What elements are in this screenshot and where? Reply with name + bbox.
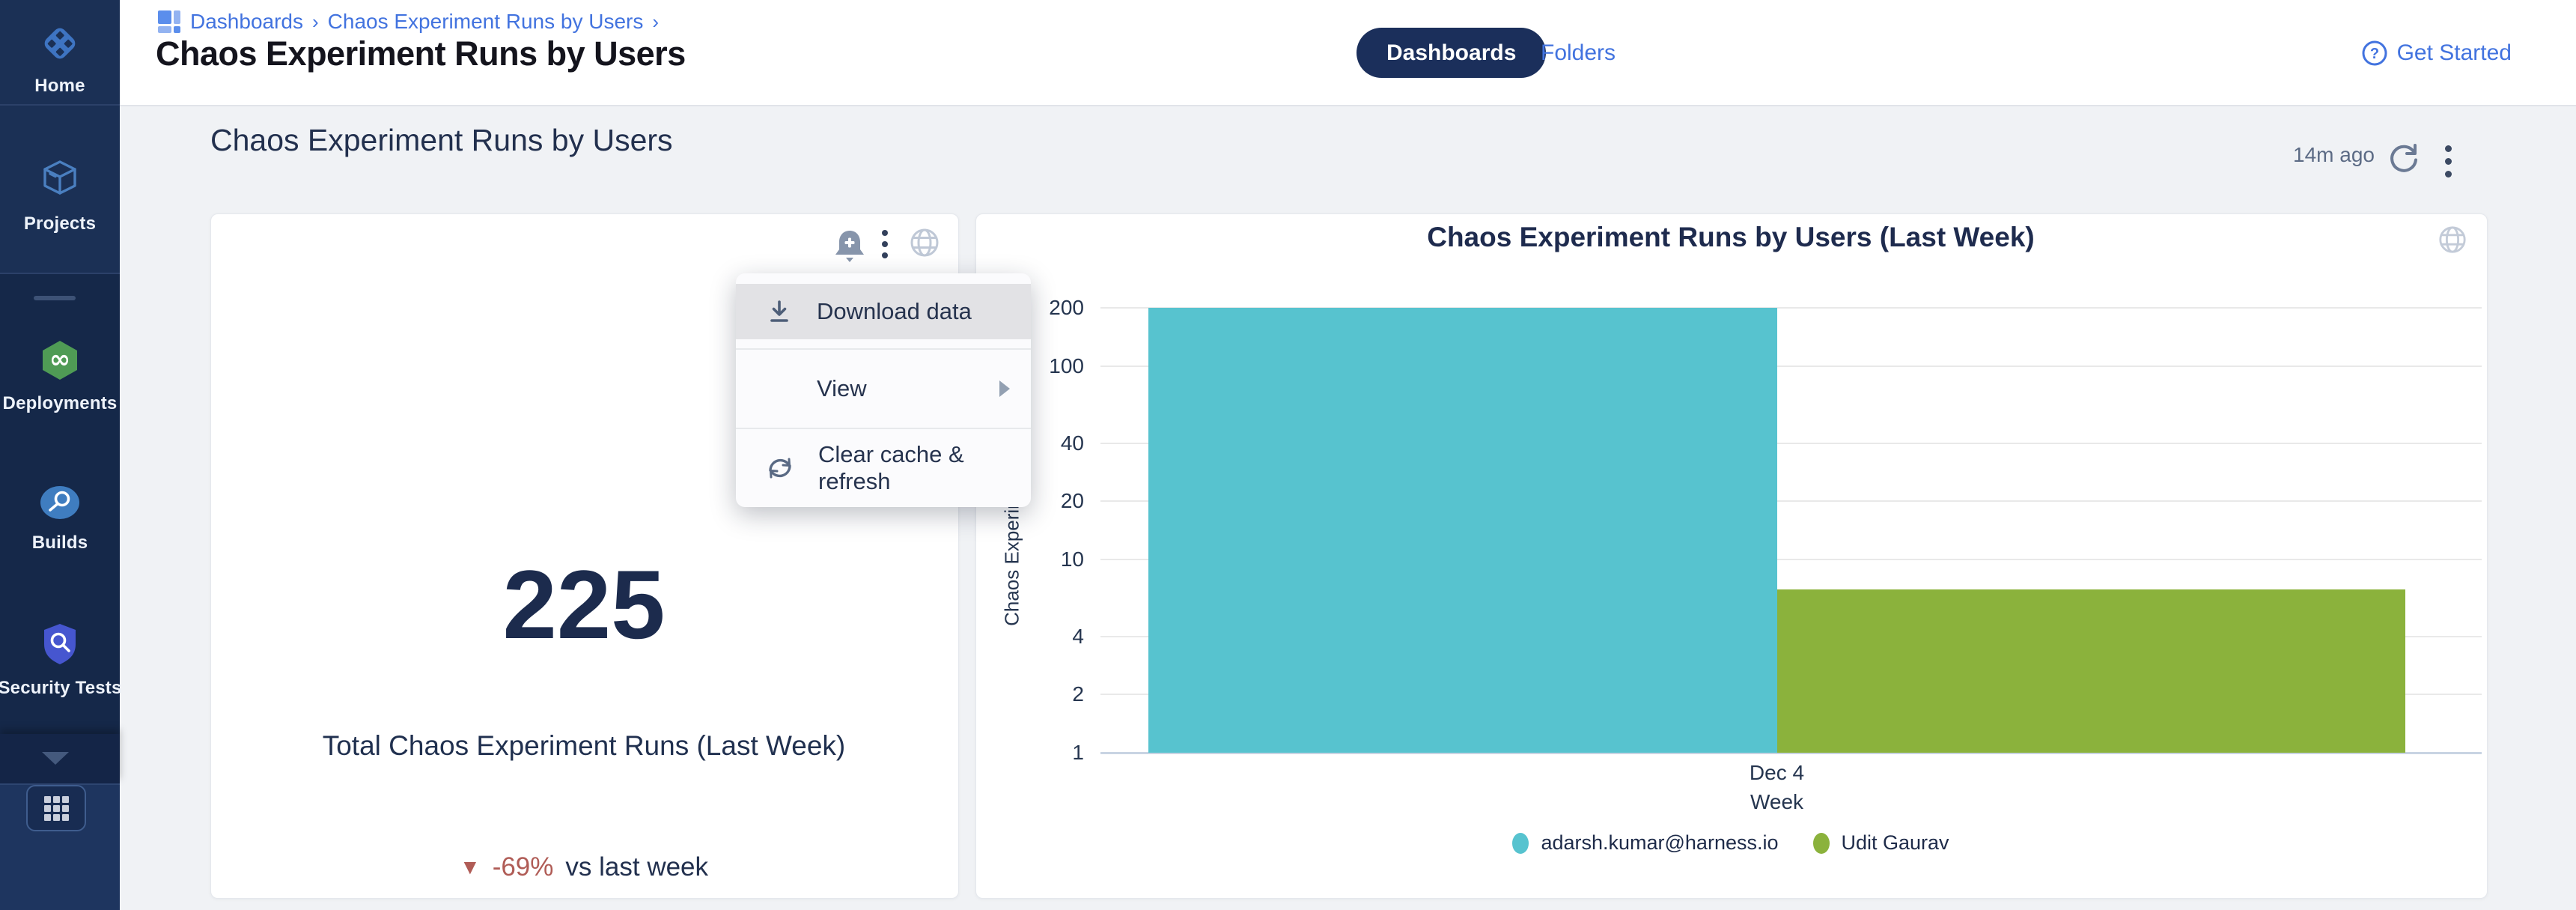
deployments-icon: ∞	[39, 339, 81, 386]
menu-item-label: Download data	[817, 298, 972, 325]
legend-item[interactable]: adarsh.kumar@harness.io	[1512, 831, 1778, 855]
tile-context-menu: Download data View Clear cache & refresh	[736, 273, 1031, 507]
tab-folders[interactable]: Folders	[1541, 28, 1616, 78]
cube-icon	[38, 157, 82, 206]
breadcrumb-separator: ›	[652, 10, 659, 34]
svg-text:∞: ∞	[49, 345, 70, 374]
sidebar-item-builds[interactable]: Builds	[0, 484, 120, 553]
chevron-down-icon[interactable]	[42, 752, 69, 765]
page-title: Chaos Experiment Runs by Users	[156, 34, 686, 73]
cycle-icon	[764, 455, 796, 482]
menu-item-download-data[interactable]: Download data	[736, 284, 1031, 339]
alert-bell-icon[interactable]	[832, 227, 867, 268]
grid-icon	[44, 796, 69, 821]
top-header: Dashboards › Chaos Experiment Runs by Us…	[120, 0, 2576, 106]
menu-item-label: View	[817, 375, 867, 402]
question-circle-icon: ?	[2361, 40, 2388, 67]
delta-down-triangle-icon: ▼	[460, 857, 481, 878]
menu-item-clear-cache[interactable]: Clear cache & refresh	[736, 429, 1031, 507]
dashboards-grid-icon	[157, 10, 181, 34]
menu-item-view[interactable]: View	[736, 350, 1031, 428]
y-axis-tick-label: 2	[1002, 682, 1084, 706]
shield-icon	[40, 622, 80, 670]
breadcrumb-separator: ›	[312, 10, 319, 34]
module-selector-button[interactable]	[26, 785, 86, 831]
home-icon	[39, 22, 81, 68]
y-axis-tick-label: 4	[1002, 625, 1084, 649]
sidebar-item-label: Projects	[24, 213, 96, 234]
sidebar-divider	[0, 104, 120, 106]
kpi-label: Total Chaos Experiment Runs (Last Week)	[210, 730, 957, 762]
sidebar-item-home[interactable]: Home	[0, 22, 120, 97]
legend-item[interactable]: Udit Gaurav	[1813, 831, 1949, 855]
delta-suffix: vs last week	[565, 852, 708, 882]
sidebar-section-divider	[0, 273, 120, 274]
get-started-link[interactable]: ? Get Started	[2361, 28, 2512, 78]
kpi-delta: ▼ -69% vs last week	[210, 852, 957, 882]
app-window: Home Projects ∞ Depl	[0, 0, 2576, 910]
kpi-value: 225	[210, 556, 957, 653]
sidebar-item-label: Home	[34, 76, 85, 97]
breadcrumb-link-dashboards[interactable]: Dashboards	[190, 10, 303, 34]
legend-label: Udit Gaurav	[1842, 831, 1949, 855]
download-icon	[764, 297, 794, 327]
legend-dot-teal	[1512, 833, 1529, 854]
sidebar-item-security-tests[interactable]: Security Tests	[0, 622, 120, 699]
menu-item-label: Clear cache & refresh	[818, 441, 1010, 495]
delta-value: -69%	[493, 852, 554, 882]
breadcrumb-link-current[interactable]: Chaos Experiment Runs by Users	[328, 10, 644, 34]
breadcrumb: Dashboards › Chaos Experiment Runs by Us…	[157, 9, 659, 34]
tile-kebab-icon[interactable]	[882, 230, 888, 258]
x-axis-tick-label: Dec 4	[1148, 761, 2405, 785]
last-refresh-time: 14m ago	[2293, 143, 2375, 167]
chart-title: Chaos Experiment Runs by Users (Last Wee…	[975, 222, 2486, 253]
bar-teal[interactable]	[1148, 308, 1777, 753]
sidebar: Home Projects ∞ Depl	[0, 0, 120, 910]
kebab-menu-icon[interactable]	[2445, 145, 2452, 178]
sidebar-item-label: Builds	[32, 533, 88, 553]
sidebar-item-deployments[interactable]: ∞ Deployments	[0, 339, 120, 414]
sidebar-item-label: Security Tests	[0, 678, 122, 699]
sidebar-item-label: Deployments	[3, 393, 118, 414]
legend-dot-green	[1813, 833, 1830, 854]
submenu-caret-icon	[999, 380, 1010, 397]
tab-dashboards[interactable]: Dashboards	[1356, 28, 1546, 78]
builds-icon	[38, 484, 82, 525]
legend-label: adarsh.kumar@harness.io	[1541, 831, 1778, 855]
chart-legend: adarsh.kumar@harness.io Udit Gaurav	[975, 831, 2486, 855]
sidebar-handle[interactable]	[34, 296, 76, 300]
get-started-label: Get Started	[2397, 40, 2512, 66]
svg-text:?: ?	[2369, 46, 2378, 62]
dashboard-heading: Chaos Experiment Runs by Users	[210, 123, 673, 158]
x-axis-title: Week	[1148, 790, 2405, 814]
refresh-icon[interactable]	[2387, 141, 2421, 179]
tile-globe-icon[interactable]	[909, 227, 940, 262]
y-axis-tick-label: 1	[1002, 741, 1084, 765]
bar-green[interactable]	[1777, 589, 2406, 753]
chart-globe-icon[interactable]	[2438, 225, 2467, 258]
sidebar-item-projects[interactable]: Projects	[0, 157, 120, 234]
